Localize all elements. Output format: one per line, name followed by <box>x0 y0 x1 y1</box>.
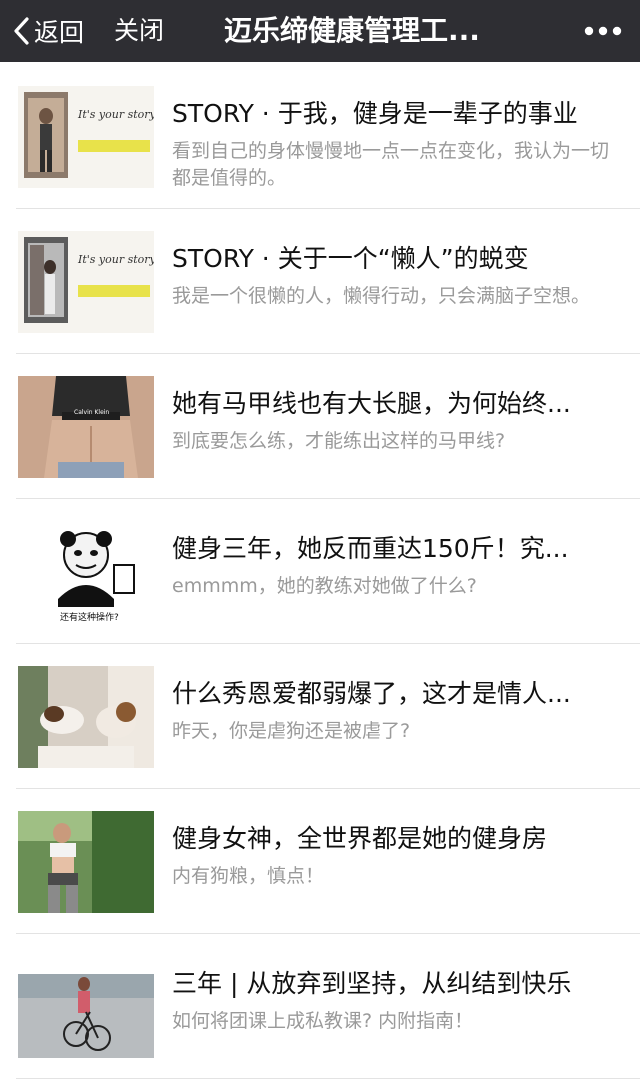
thumbnail-caption: 还有这种操作? <box>60 613 119 623</box>
thumbnail-caption: It's your story. <box>78 253 154 266</box>
top-navigation-bar: 返回 关闭 迈乐缔健康管理工... <box>0 0 640 62</box>
article-title: 什么秀恩爱都弱爆了，这才是情人... <box>172 679 571 708</box>
article-item[interactable]: 还有这种操作? 健身三年，她反而重达150斤！究... emmmm，她的教练对她… <box>0 499 640 644</box>
article-title: STORY · 于我，健身是一辈子的事业 <box>172 99 578 128</box>
article-thumbnail: It's your story. <box>18 86 154 188</box>
article-thumbnail <box>18 666 154 768</box>
article-description: 如何将团课上成私教课? 内附指南！ <box>172 1010 474 1032</box>
article-item[interactable]: 健身女神，全世界都是她的健身房 内有狗粮，慎点！ <box>0 789 640 934</box>
back-button[interactable]: 返回 <box>12 0 84 62</box>
article-title: 三年 | 从放弃到坚持，从纠结到快乐 <box>172 969 572 998</box>
article-description: emmmm，她的教练对她做了什么? <box>172 575 477 597</box>
more-options-button[interactable] <box>584 0 622 62</box>
article-description: 我是一个很懒的人，懒得行动，只会满脑子空想。 <box>172 285 591 307</box>
article-description: 昨天，你是虐狗还是被虐了? <box>172 720 411 742</box>
article-item[interactable]: It's your story. STORY · 于我，健身是一辈子的事业 看到… <box>0 64 640 209</box>
article-description: 内有狗粮，慎点！ <box>172 865 325 887</box>
article-thumbnail <box>18 956 154 1058</box>
page-title: 迈乐缔健康管理工... <box>224 14 480 47</box>
article-thumbnail: It's your story. <box>18 231 154 333</box>
article-item[interactable]: 三年 | 从放弃到坚持，从纠结到快乐 如何将团课上成私教课? 内附指南！ <box>0 934 640 1079</box>
article-title: STORY · 关于一个“懒人”的蜕变 <box>172 244 529 273</box>
article-title: 健身三年，她反而重达150斤！究... <box>172 534 569 563</box>
article-item[interactable]: 什么秀恩爱都弱爆了，这才是情人... 昨天，你是虐狗还是被虐了? <box>0 644 640 789</box>
more-dots-icon <box>584 26 622 36</box>
article-thumbnail <box>18 811 154 913</box>
back-label: 返回 <box>34 18 85 47</box>
thumbnail-caption: Calvin Klein <box>74 409 110 416</box>
article-thumbnail: 还有这种操作? <box>18 521 154 623</box>
article-thumbnail: Calvin Klein <box>18 376 154 478</box>
article-item[interactable]: It's your story. STORY · 关于一个“懒人”的蜕变 我是一… <box>0 209 640 354</box>
article-item[interactable]: Calvin Klein 她有马甲线也有大长腿，为何始终... 到底要怎么练，才… <box>0 354 640 499</box>
article-list: It's your story. STORY · 于我，健身是一辈子的事业 看到… <box>0 64 640 1079</box>
article-title: 她有马甲线也有大长腿，为何始终... <box>172 389 571 418</box>
chevron-left-icon <box>14 17 29 45</box>
thumbnail-caption: It's your story. <box>78 108 154 121</box>
close-button[interactable]: 关闭 <box>114 0 164 62</box>
article-description: 到底要怎么练，才能练出这样的马甲线? <box>172 430 506 452</box>
article-description: 看到自己的身体慢慢地一点一点在变化，我认为一切都是值得的。 <box>172 140 610 189</box>
article-title: 健身女神，全世界都是她的健身房 <box>172 824 548 853</box>
